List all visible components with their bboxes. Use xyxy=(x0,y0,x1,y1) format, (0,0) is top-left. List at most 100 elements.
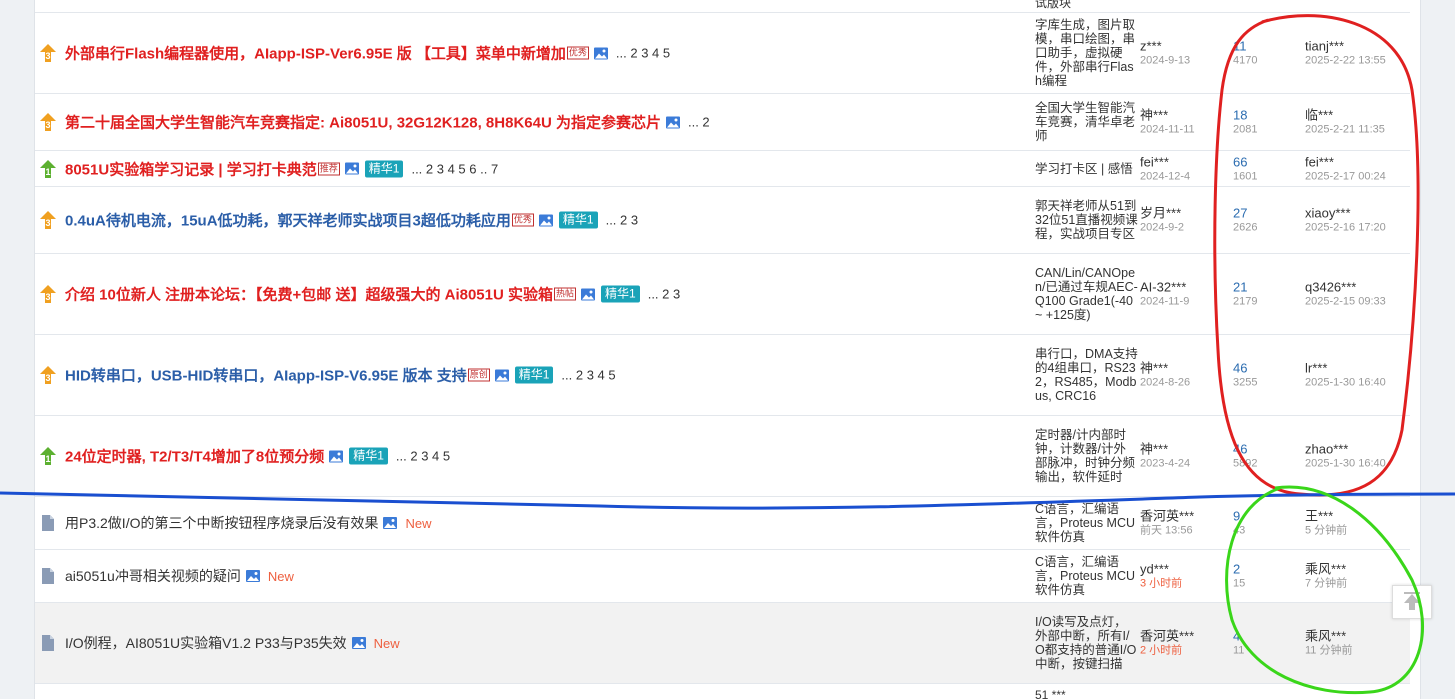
last-post-time[interactable]: 2025-1-30 16:40 xyxy=(1305,457,1410,471)
jinghua-badge: 精华1 xyxy=(349,447,388,465)
reply-count[interactable]: 2 xyxy=(1233,562,1293,577)
orange-arrow-up-icon: 3 xyxy=(40,44,56,62)
image-attachment-icon xyxy=(344,162,359,175)
new-tag: New xyxy=(267,568,294,584)
author-name[interactable]: 香河英*** xyxy=(1140,629,1230,644)
forum-link[interactable]: I/O读写及点灯，外部中断，所有I/O都支持的普通I/O中断，按键扫描 xyxy=(1035,615,1138,671)
orange-arrow-up-icon: 3 xyxy=(40,113,56,131)
author-name[interactable]: 岁月*** xyxy=(1140,206,1230,221)
forum-link[interactable]: C语言，汇编语言，Proteus MCU软件仿真 xyxy=(1035,502,1138,544)
green-arrow-up-icon: 1 xyxy=(40,447,56,465)
last-post-time[interactable]: 5 分钟前 xyxy=(1305,524,1410,538)
forum-link[interactable]: 字库生成，图片取模，串口绘图，串口助手，虚拟硬件，外部串行Flash编程 xyxy=(1035,18,1138,88)
reply-count[interactable]: 4 xyxy=(1233,629,1293,644)
svg-text:1: 1 xyxy=(45,454,50,464)
thread-title-link[interactable]: 介绍 10位新人 注册本论坛：【免费+包邮 送】超级强大的 Ai8051U 实验… xyxy=(65,284,553,305)
thread-title-link[interactable]: I/O例程，AI8051U实验箱V1.2 P33与P35失效 xyxy=(65,633,347,653)
thread-title-link[interactable]: 8051U实验箱学习记录 | 学习打卡典范 xyxy=(65,158,317,179)
author-name[interactable]: 神*** xyxy=(1140,442,1230,457)
back-to-top-button[interactable] xyxy=(1392,585,1432,619)
last-post-user[interactable]: 临*** xyxy=(1305,108,1410,123)
page-links[interactable]: ... 2 3 4 5 xyxy=(396,449,450,464)
forum-link[interactable]: 郭天祥老师从51到32位51直播视频课程，实战项目专区 xyxy=(1035,199,1138,241)
author-cell: z*** 2024-9-13 xyxy=(1140,39,1230,68)
table-row: 1 8051U实验箱学习记录 | 学习打卡典范 推荐 精华1 ... 2 3 4 5 6… xyxy=(35,151,1410,187)
thread-title-link[interactable]: 0.4uA待机电流，15uA低功耗，郭天祥老师实战项目3超低功耗应用 xyxy=(65,210,511,231)
thread-list-panel: 试版块 3 外部串行Flash编程器使用，AIapp-ISP-Ver6.95E 版… xyxy=(34,0,1421,699)
author-name[interactable]: yd*** xyxy=(1140,562,1230,577)
author-name[interactable]: 香河英*** xyxy=(1140,509,1230,524)
new-tag: New xyxy=(373,635,400,651)
page-links[interactable]: ... 2 3 4 5 xyxy=(616,46,670,61)
last-post-user[interactable]: tianj*** xyxy=(1305,39,1410,54)
svg-text:3: 3 xyxy=(45,120,50,130)
post-date: 2024-12-4 xyxy=(1140,170,1191,182)
last-post-cell: 王*** 5 分钟前 xyxy=(1305,509,1410,538)
last-post-user[interactable]: 乘风*** xyxy=(1305,629,1410,644)
last-post-time[interactable]: 2025-2-15 09:33 xyxy=(1305,295,1410,309)
table-row: ai5051u冲哥相关视频的疑问 New C语言，汇编语言，Proteus MCU软… xyxy=(35,550,1410,603)
author-cell: 神*** 2024-11-11 xyxy=(1140,108,1230,137)
last-post-time[interactable]: 2025-2-16 17:20 xyxy=(1305,221,1410,235)
green-arrow-up-icon: 1 xyxy=(40,159,56,178)
page-links[interactable]: ... 2 xyxy=(688,115,710,130)
table-row: 3 介绍 10位新人 注册本论坛：【免费+包邮 送】超级强大的 Ai8051U 实… xyxy=(35,254,1410,335)
forum-link[interactable]: 串行口，DMA支持的4组串口，RS232，RS485，Modbus, CRC16 xyxy=(1035,347,1138,403)
last-post-user[interactable]: q3426*** xyxy=(1305,280,1410,295)
last-post-time[interactable]: 2025-2-17 00:24 xyxy=(1305,169,1410,183)
view-count: 2626 xyxy=(1233,221,1258,234)
reply-count[interactable]: 46 xyxy=(1233,361,1293,376)
reply-count[interactable]: 9 xyxy=(1233,509,1293,524)
forum-link[interactable]: CAN/Lin/CANOpen/已通过车规AEC-Q100 Grade1(-40… xyxy=(1035,266,1138,322)
page-links[interactable]: ... 2 3 xyxy=(606,213,639,228)
table-row: 3 0.4uA待机电流，15uA低功耗，郭天祥老师实战项目3超低功耗应用 优秀 精华1… xyxy=(35,187,1410,254)
orange-arrow-up-icon: 3 xyxy=(40,366,56,384)
page-links[interactable]: ... 2 3 4 5 6 .. 7 xyxy=(411,161,498,176)
reply-count[interactable]: 11 xyxy=(1233,39,1293,54)
thread-title-link[interactable]: 外部串行Flash编程器使用，AIapp-ISP-Ver6.95E 版 【工具】… xyxy=(65,43,566,64)
document-icon xyxy=(40,634,56,652)
post-date: 2024-11-11 xyxy=(1140,123,1195,136)
image-attachment-icon xyxy=(665,116,680,128)
reply-count[interactable]: 27 xyxy=(1233,206,1293,221)
view-count: 3255 xyxy=(1233,376,1258,389)
last-post-user[interactable]: zhao*** xyxy=(1305,442,1410,457)
thread-title-link[interactable]: 用P3.2做I/O的第三个中断按钮程序烧录后没有效果 xyxy=(65,513,378,533)
last-post-user[interactable]: fei*** xyxy=(1305,154,1410,169)
author-name[interactable]: z*** xyxy=(1140,39,1230,54)
jinghua-badge: 精华1 xyxy=(601,285,640,303)
counts-cell: 11 4170 xyxy=(1233,39,1293,68)
thread-title-link[interactable]: 第二十届全国大学生智能汽车竞赛指定: Ai8051U, 32G12K128, 8… xyxy=(65,112,661,133)
last-post-user[interactable]: 乘风*** xyxy=(1305,562,1410,577)
last-post-user[interactable]: xiaoy*** xyxy=(1305,206,1410,221)
forum-link[interactable]: C语言，汇编语言，Proteus MCU软件仿真 xyxy=(1035,555,1138,597)
author-name[interactable]: 神*** xyxy=(1140,361,1230,376)
last-post-time[interactable]: 2025-2-22 13:55 xyxy=(1305,54,1410,68)
thread-title-link[interactable]: 24位定时器, T2/T3/T4增加了8位预分频 xyxy=(65,446,324,467)
reply-count[interactable]: 46 xyxy=(1233,442,1293,457)
author-name[interactable]: 神*** xyxy=(1140,108,1230,123)
author-name[interactable]: AI-32*** xyxy=(1140,280,1230,295)
reply-count[interactable]: 21 xyxy=(1233,280,1293,295)
page-links[interactable]: ... 2 3 4 5 xyxy=(561,368,615,383)
last-post-user[interactable]: lr*** xyxy=(1305,361,1410,376)
counts-cell: 21 2179 xyxy=(1233,280,1293,309)
post-date: 前天 13:56 xyxy=(1140,524,1193,537)
last-post-time[interactable]: 2025-2-21 11:35 xyxy=(1305,123,1410,137)
forum-name-partial: 试版块 xyxy=(1035,0,1072,10)
last-post-cell: q3426*** 2025-2-15 09:33 xyxy=(1305,280,1410,309)
view-count: 1601 xyxy=(1233,170,1258,182)
forum-link[interactable]: 学习打卡区 | 感悟 xyxy=(1035,162,1138,176)
thread-title-link[interactable]: HID转串口，USB-HID转串口，AIapp-ISP-V6.95E 版本 支持 xyxy=(65,365,467,386)
author-name[interactable]: fei*** xyxy=(1140,154,1230,169)
page-links[interactable]: ... 2 3 xyxy=(648,287,681,302)
post-date: 2 小时前 xyxy=(1140,644,1183,657)
thread-title-link[interactable]: ai5051u冲哥相关视频的疑问 xyxy=(65,566,241,586)
last-post-time[interactable]: 11 分钟前 xyxy=(1305,644,1410,658)
last-post-user[interactable]: 王*** xyxy=(1305,509,1410,524)
reply-count[interactable]: 66 xyxy=(1233,154,1293,169)
last-post-time[interactable]: 2025-1-30 16:40 xyxy=(1305,376,1410,390)
forum-link[interactable]: 全国大学生智能汽车竞赛，清华卓老师 xyxy=(1035,101,1138,143)
forum-link[interactable]: 定时器/计内部时钟，计数器/计外部脉冲，时钟分频输出，软件延时 xyxy=(1035,428,1138,484)
reply-count[interactable]: 18 xyxy=(1233,108,1293,123)
